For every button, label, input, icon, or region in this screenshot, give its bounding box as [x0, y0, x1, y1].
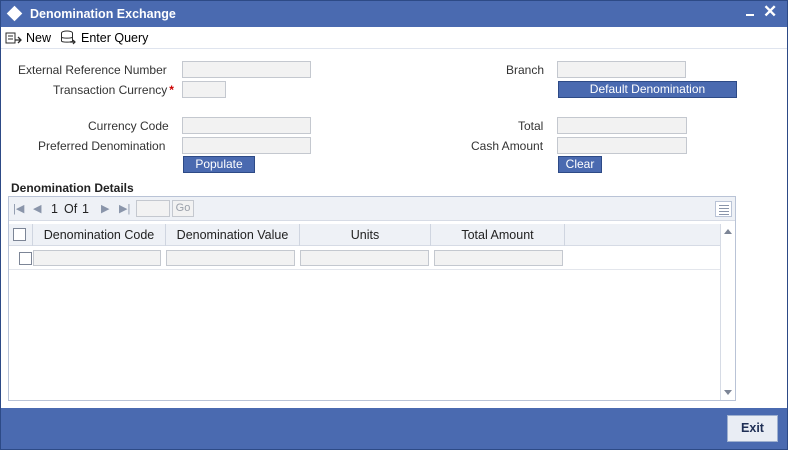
currency-code-label: Currency Code [88, 119, 169, 133]
clear-button[interactable]: Clear [558, 156, 602, 173]
preferred-denomination-field[interactable] [182, 137, 311, 154]
cash-amount-label: Cash Amount [471, 139, 544, 153]
new-button[interactable]: New [5, 29, 51, 47]
columns-icon[interactable] [715, 201, 732, 217]
first-page-icon[interactable]: |◀ [13, 202, 24, 215]
scroll-up-icon[interactable] [724, 229, 732, 234]
diamond-icon [6, 5, 23, 22]
external-reference-number-field[interactable] [182, 61, 311, 78]
page-current: 1 [51, 202, 58, 216]
minimize-icon[interactable] [743, 5, 757, 19]
table-row [9, 246, 720, 270]
denomination-exchange-window: Denomination Exchange ✕ New Enter Query [0, 0, 788, 450]
transaction-currency-label: Transaction Currency * [53, 83, 174, 97]
default-denomination-button[interactable]: Default Denomination [558, 81, 737, 98]
units-cell[interactable] [300, 250, 429, 266]
external-reference-number-label: External Reference Number [18, 63, 167, 77]
denomination-details-title: Denomination Details [11, 181, 134, 195]
close-icon[interactable]: ✕ [763, 3, 777, 20]
exit-button[interactable]: Exit [727, 415, 778, 442]
populate-button[interactable]: Populate [183, 156, 255, 173]
transaction-currency-field[interactable] [182, 81, 226, 98]
column-header-denomination-code[interactable]: Denomination Code [33, 224, 166, 246]
select-all-cell [9, 224, 33, 246]
currency-code-field[interactable] [182, 117, 311, 134]
enter-query-label: Enter Query [81, 31, 149, 45]
branch-field[interactable] [557, 61, 686, 78]
grid-header: Denomination Code Denomination Value Uni… [9, 224, 720, 246]
page-total: 1 [82, 202, 89, 216]
enter-query-icon [61, 30, 76, 45]
total-amount-cell[interactable] [434, 250, 563, 266]
window-title: Denomination Exchange [30, 7, 176, 21]
last-page-icon[interactable]: ▶| [119, 202, 130, 215]
footer-bar: Exit [1, 408, 787, 449]
column-header-units[interactable]: Units [300, 224, 431, 246]
total-label: Total [518, 119, 544, 133]
branch-label: Branch [506, 63, 545, 77]
column-header-denomination-value[interactable]: Denomination Value [166, 224, 300, 246]
denomination-value-cell[interactable] [166, 250, 295, 266]
enter-query-button[interactable]: Enter Query [60, 29, 148, 47]
page-number-input[interactable] [136, 200, 170, 217]
scroll-down-icon[interactable] [724, 390, 732, 395]
denomination-code-cell[interactable] [33, 250, 161, 266]
denomination-details-grid: |◀ ◀ 1 Of 1 ▶ ▶| Go Denomination Code De… [8, 196, 736, 401]
prev-page-icon[interactable]: ◀ [33, 202, 41, 215]
new-label: New [26, 31, 52, 45]
preferred-denomination-label: Preferred Denomination [38, 139, 166, 153]
toolbar: New Enter Query [1, 27, 787, 49]
total-field[interactable] [557, 117, 687, 134]
grid-scrollbar[interactable] [720, 224, 735, 400]
row-checkbox[interactable] [19, 252, 32, 265]
page-of-label: Of [64, 202, 78, 216]
required-marker: * [169, 83, 174, 97]
transaction-currency-label-text: Transaction Currency [53, 83, 168, 97]
new-icon [5, 32, 22, 44]
select-all-checkbox[interactable] [13, 228, 26, 241]
form-area: External Reference Number Transaction Cu… [1, 50, 787, 408]
cash-amount-field[interactable] [557, 137, 687, 154]
title-bar: Denomination Exchange ✕ [1, 1, 787, 27]
next-page-icon[interactable]: ▶ [101, 202, 109, 215]
go-button[interactable]: Go [172, 200, 194, 217]
column-header-total-amount[interactable]: Total Amount [431, 224, 565, 246]
grid-pager: |◀ ◀ 1 Of 1 ▶ ▶| Go [9, 197, 735, 221]
